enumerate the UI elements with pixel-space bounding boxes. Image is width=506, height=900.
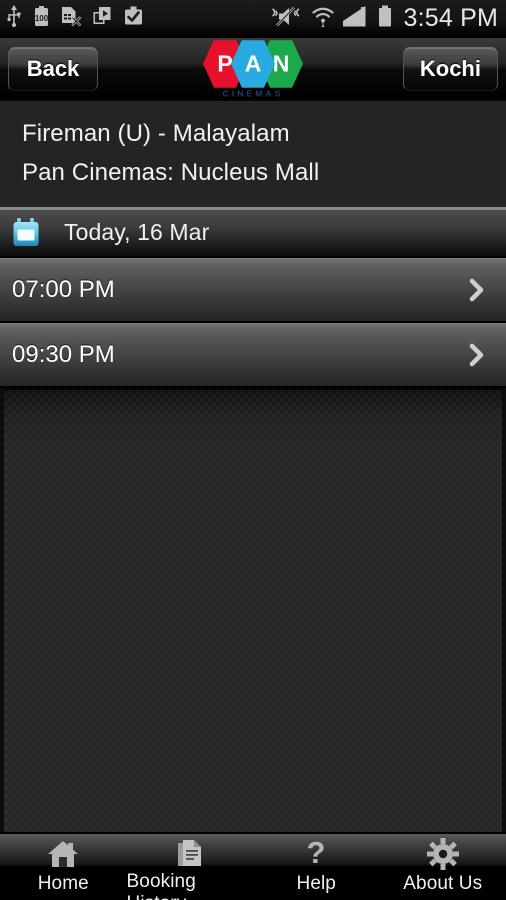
showtime-row[interactable]: 09:30 PM bbox=[0, 322, 506, 388]
status-bar-left-icons: 100 bbox=[6, 5, 155, 32]
movie-title: Fireman (U) - Malayalam bbox=[22, 120, 290, 147]
question-mark-icon: ? bbox=[303, 838, 329, 870]
logo-letter-n: N bbox=[272, 50, 290, 77]
sim-card-error-icon bbox=[61, 6, 81, 32]
showtime-label: 09:30 PM bbox=[12, 340, 115, 368]
tab-booking-history[interactable]: Booking History bbox=[127, 834, 254, 900]
battery-100-icon: 100 bbox=[34, 5, 49, 32]
logo-letter-a: A bbox=[244, 50, 262, 77]
tab-home[interactable]: Home bbox=[0, 834, 127, 900]
tab-home-label: Home bbox=[37, 873, 89, 894]
logo-hexagons: P N A bbox=[203, 39, 303, 88]
status-bar-right-icons: 3:54 PM bbox=[263, 5, 498, 33]
pan-cinemas-logo: P N A CINEMAS bbox=[198, 39, 308, 98]
document-icon bbox=[175, 838, 205, 868]
showtime-list: 07:00 PM 09:30 PM bbox=[0, 257, 506, 388]
city-selector-button[interactable]: Kochi bbox=[402, 46, 498, 91]
movie-info-block: Fireman (U) - Malayalam Pan Cinemas: Nuc… bbox=[0, 101, 506, 210]
venue-name: Pan Cinemas: Nucleus Mall bbox=[22, 158, 320, 186]
tab-about-us-label: About Us bbox=[403, 873, 483, 894]
wifi-icon bbox=[311, 5, 335, 33]
logo-letter-p: P bbox=[217, 50, 233, 77]
showtime-label: 07:00 PM bbox=[12, 275, 115, 303]
navigation-bar: Back P N A CINEMAS Kochi bbox=[0, 38, 506, 101]
chevron-right-icon bbox=[469, 343, 484, 367]
tab-help[interactable]: ? Help bbox=[253, 834, 380, 900]
app-screen: 100 3:54 PM Back P N A CINEMAS Kochi Fir… bbox=[0, 0, 506, 900]
tab-about-us[interactable]: About Us bbox=[380, 834, 506, 900]
tab-help-label: Help bbox=[296, 873, 336, 894]
status-bar-clock: 3:54 PM bbox=[403, 4, 498, 32]
calendar-icon bbox=[12, 217, 46, 249]
svg-text:?: ? bbox=[307, 838, 326, 870]
chevron-right-icon bbox=[469, 278, 484, 302]
logo-subtitle: CINEMAS bbox=[222, 87, 284, 98]
screenshot-icon bbox=[93, 6, 112, 32]
task-done-icon bbox=[124, 6, 143, 32]
back-button[interactable]: Back bbox=[8, 46, 98, 91]
showtime-row[interactable]: 07:00 PM bbox=[0, 257, 506, 323]
gear-icon bbox=[426, 838, 459, 870]
silent-vibrate-icon bbox=[271, 5, 303, 33]
battery-icon bbox=[377, 5, 393, 33]
signal-bars-icon bbox=[343, 5, 369, 33]
tab-booking-history-label: Booking History bbox=[126, 871, 196, 900]
usb-icon bbox=[6, 5, 22, 32]
svg-text:100: 100 bbox=[35, 14, 49, 23]
date-header[interactable]: Today, 16 Mar bbox=[0, 209, 506, 258]
bottom-tab-bar: Home Booking History ? Help bbox=[0, 832, 506, 900]
date-label: Today, 16 Mar bbox=[64, 219, 210, 246]
status-bar: 100 3:54 PM bbox=[0, 0, 506, 38]
home-icon bbox=[46, 838, 80, 870]
content-empty-area bbox=[0, 387, 506, 832]
